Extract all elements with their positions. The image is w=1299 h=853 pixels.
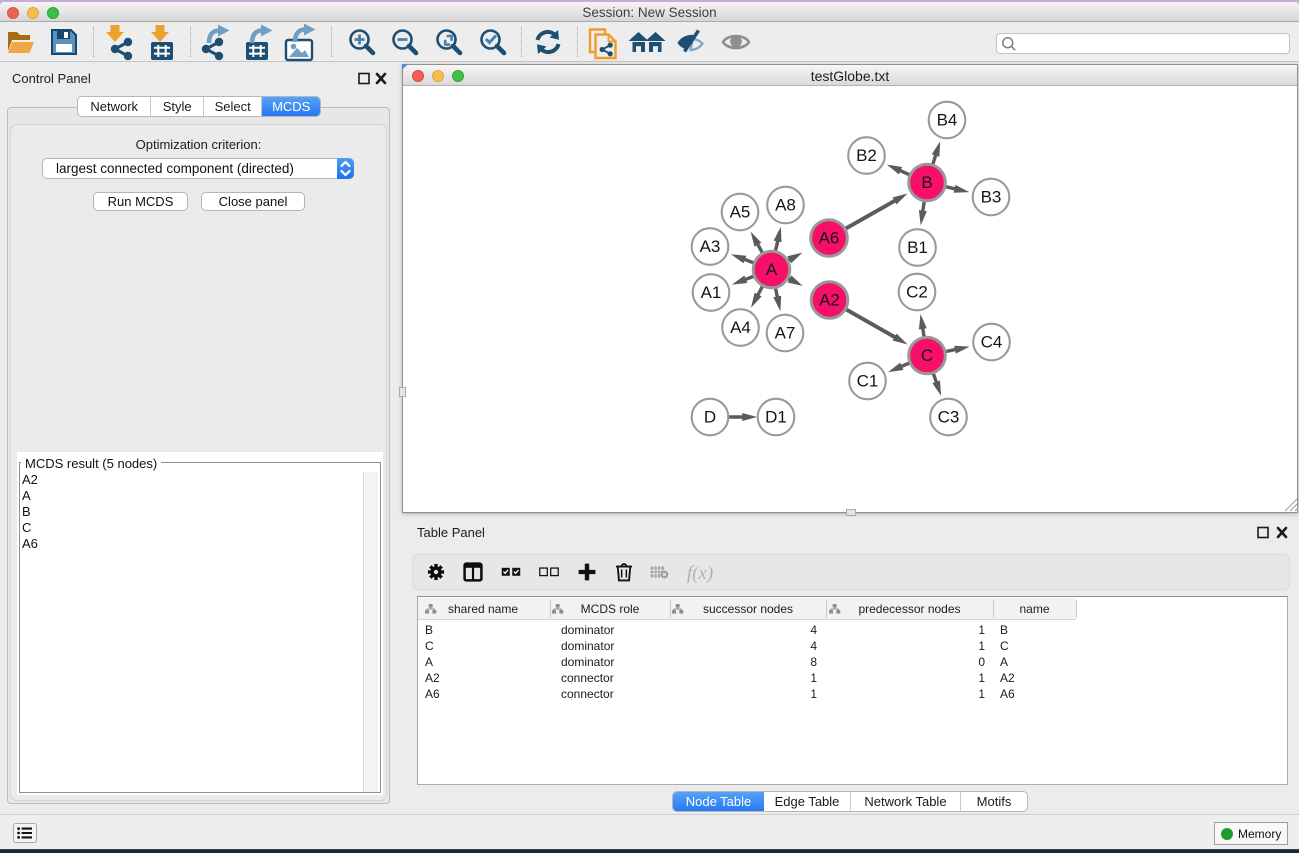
svg-text:A3: A3 bbox=[700, 237, 721, 256]
svg-text:B1: B1 bbox=[907, 238, 928, 257]
svg-text:C: C bbox=[921, 346, 933, 365]
svg-text:f(x): f(x) bbox=[687, 563, 713, 584]
svg-text:MCDS role: MCDS role bbox=[581, 602, 640, 616]
svg-text:D: D bbox=[704, 408, 716, 427]
svg-text:A5: A5 bbox=[730, 203, 751, 222]
svg-text:B: B bbox=[921, 173, 932, 192]
svg-text:predecessor nodes: predecessor nodes bbox=[858, 602, 960, 616]
svg-text:B2: B2 bbox=[856, 146, 877, 165]
svg-text:A4: A4 bbox=[730, 318, 751, 337]
svg-text:shared name: shared name bbox=[448, 602, 518, 616]
svg-text:B4: B4 bbox=[937, 111, 958, 130]
svg-text:D1: D1 bbox=[765, 408, 787, 427]
svg-text:A6: A6 bbox=[819, 229, 840, 248]
svg-text:A2: A2 bbox=[819, 291, 840, 310]
svg-text:A8: A8 bbox=[775, 196, 796, 215]
svg-text:C1: C1 bbox=[857, 372, 879, 391]
svg-text:C2: C2 bbox=[906, 283, 928, 302]
svg-text:B3: B3 bbox=[981, 188, 1002, 207]
svg-text:A7: A7 bbox=[775, 324, 796, 343]
svg-text:A: A bbox=[766, 260, 778, 279]
svg-text:A1: A1 bbox=[701, 283, 722, 302]
svg-text:C4: C4 bbox=[981, 333, 1003, 352]
svg-text:successor nodes: successor nodes bbox=[703, 602, 793, 616]
svg-text:name: name bbox=[1019, 602, 1049, 616]
svg-text:C3: C3 bbox=[938, 408, 960, 427]
